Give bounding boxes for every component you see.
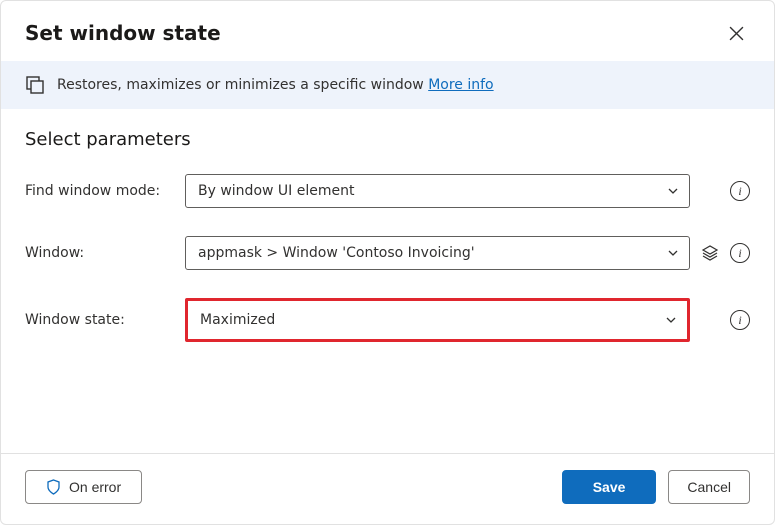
chevron-down-icon bbox=[665, 314, 677, 326]
info-banner: Restores, maximizes or minimizes a speci… bbox=[1, 61, 774, 109]
window-state-label: Window state: bbox=[25, 312, 175, 328]
info-text: Restores, maximizes or minimizes a speci… bbox=[57, 77, 424, 93]
param-find-window-mode: Find window mode: By window UI element bbox=[25, 174, 750, 208]
layers-icon[interactable] bbox=[700, 243, 720, 263]
param-window: Window: appmask > Window 'Contoso Invoic… bbox=[25, 236, 750, 270]
close-icon bbox=[729, 26, 744, 41]
window-state-select[interactable]: Maximized bbox=[185, 298, 690, 342]
find-window-mode-label: Find window mode: bbox=[25, 183, 175, 199]
dialog-title: Set window state bbox=[25, 21, 221, 45]
find-window-mode-select[interactable]: By window UI element bbox=[185, 174, 690, 208]
chevron-down-icon bbox=[667, 247, 679, 259]
section-heading: Select parameters bbox=[25, 129, 750, 150]
close-button[interactable] bbox=[722, 19, 750, 47]
window-label: Window: bbox=[25, 245, 175, 261]
find-window-mode-info-icon[interactable] bbox=[730, 181, 750, 201]
window-select[interactable]: appmask > Window 'Contoso Invoicing' bbox=[185, 236, 690, 270]
shield-icon bbox=[46, 479, 61, 495]
chevron-down-icon bbox=[667, 185, 679, 197]
window-state-value: Maximized bbox=[200, 312, 275, 328]
save-button[interactable]: Save bbox=[562, 470, 657, 504]
on-error-button[interactable]: On error bbox=[25, 470, 142, 504]
cancel-button[interactable]: Cancel bbox=[668, 470, 750, 504]
more-info-link[interactable]: More info bbox=[428, 77, 493, 93]
on-error-label: On error bbox=[69, 479, 121, 495]
find-window-mode-value: By window UI element bbox=[198, 183, 354, 199]
window-value: appmask > Window 'Contoso Invoicing' bbox=[198, 245, 475, 261]
window-state-info-icon[interactable] bbox=[730, 310, 750, 330]
param-window-state: Window state: Maximized bbox=[25, 298, 750, 342]
window-info-icon[interactable] bbox=[730, 243, 750, 263]
window-icon bbox=[25, 75, 45, 95]
